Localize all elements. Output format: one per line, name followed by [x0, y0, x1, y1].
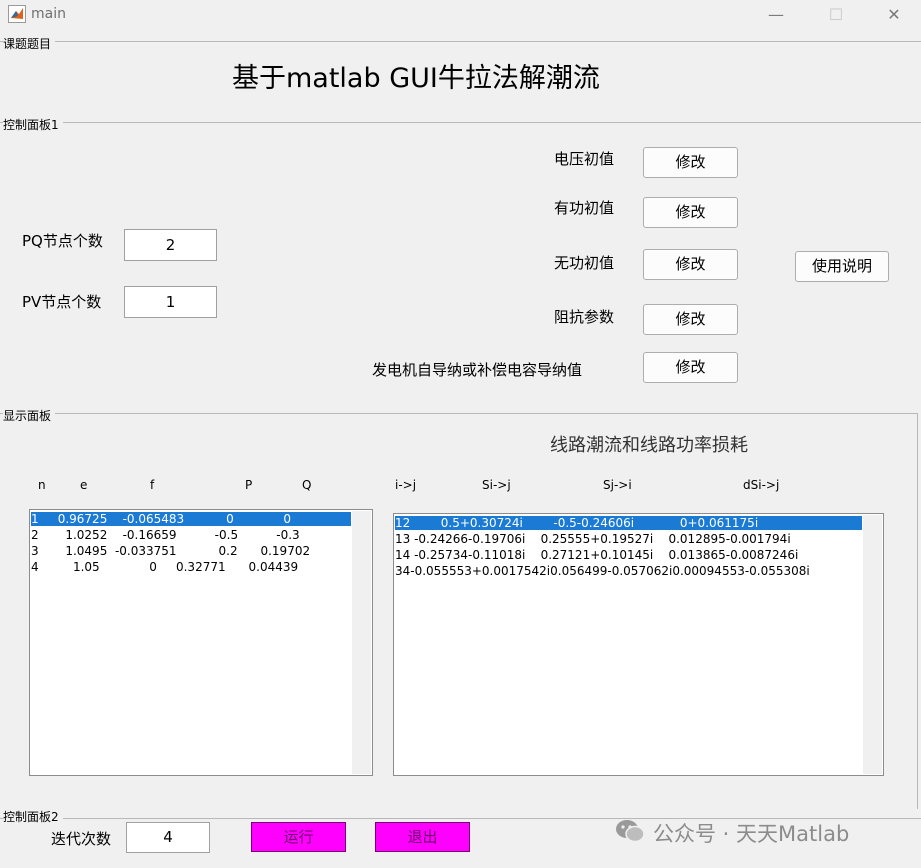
- panel-label-control1: 控制面板1: [3, 116, 63, 133]
- list-item[interactable]: 13 -0.24266-0.19706i 0.25555+0.19527i 0.…: [395, 532, 862, 546]
- modify-active-button[interactable]: 修改: [643, 197, 738, 228]
- modify-generator-button[interactable]: 修改: [643, 352, 738, 383]
- panel-label-control2: 控制面板2: [3, 808, 63, 825]
- minimize-icon[interactable]: —: [761, 4, 791, 26]
- header-f: f: [150, 478, 155, 492]
- run-button[interactable]: 运行: [251, 822, 346, 852]
- panel-border: [0, 413, 918, 414]
- line-results-list[interactable]: 12 0.5+0.30724i -0.5-0.24606i 0+0.061175…: [393, 513, 884, 776]
- modify-impedance-button[interactable]: 修改: [643, 304, 738, 335]
- pv-count-label: PV节点个数: [22, 293, 102, 311]
- panel-label-topic: 课题题目: [3, 35, 56, 52]
- active-initial-label: 有功初值: [554, 199, 615, 217]
- list-item[interactable]: 34-0.055553+0.0017542i0.056499-0.057062i…: [395, 564, 862, 578]
- pv-count-input[interactable]: 1: [124, 286, 217, 318]
- list-item[interactable]: 2 1.0252 -0.16659 -0.5 -0.3: [31, 528, 351, 542]
- list-item[interactable]: 4 1.05 0 0.32771 0.04439: [31, 560, 351, 574]
- header-sj-i: Sj->i: [603, 478, 632, 492]
- panel-border: [917, 413, 918, 809]
- list-item[interactable]: 3 1.0495 -0.033751 0.2 0.19702: [31, 544, 351, 558]
- panel-border: [0, 122, 921, 123]
- modify-reactive-button[interactable]: 修改: [643, 249, 738, 280]
- header-p: P: [245, 478, 253, 492]
- panel-border: [0, 41, 921, 42]
- watermark-text: 公众号 · 天天Matlab: [653, 822, 850, 846]
- node-results-list[interactable]: 1 0.96725 -0.065483 0 0 2 1.0252 -0.1665…: [29, 509, 373, 776]
- line-flow-title: 线路潮流和线路功率损耗: [550, 435, 748, 456]
- wechat-icon: [615, 818, 645, 844]
- list-item[interactable]: 12 0.5+0.30724i -0.5-0.24606i 0+0.061175…: [395, 516, 862, 530]
- header-q: Q: [302, 478, 312, 492]
- title-bar: main — ☐ ✕: [0, 0, 921, 30]
- modify-voltage-button[interactable]: 修改: [643, 147, 738, 178]
- header-i-j: i->j: [395, 478, 417, 492]
- reactive-initial-label: 无功初值: [554, 254, 615, 272]
- generator-admittance-label: 发电机自导纳或补偿电容导纳值: [372, 361, 583, 379]
- panel-label-display: 显示面板: [3, 407, 56, 424]
- impedance-label: 阻抗参数: [554, 308, 615, 326]
- voltage-initial-label: 电压初值: [554, 150, 615, 168]
- close-icon[interactable]: ✕: [879, 4, 909, 26]
- help-button[interactable]: 使用说明: [795, 251, 889, 282]
- pq-count-input[interactable]: 2: [124, 229, 217, 261]
- exit-button[interactable]: 退出: [375, 822, 470, 852]
- pq-count-label: PQ节点个数: [22, 232, 103, 250]
- header-n: n: [38, 478, 46, 492]
- header-e: e: [80, 478, 88, 492]
- page-title: 基于matlab GUI牛拉法解潮流: [232, 63, 600, 94]
- matlab-icon: [8, 5, 26, 23]
- iteration-count-label: 迭代次数: [51, 830, 112, 848]
- header-si-j: Si->j: [482, 478, 511, 492]
- header-dsi-j: dSi->j: [743, 478, 780, 492]
- list-item[interactable]: 1 0.96725 -0.065483 0 0: [31, 512, 351, 526]
- maximize-icon[interactable]: ☐: [821, 4, 851, 26]
- vertical-scrollbar[interactable]: [352, 511, 371, 774]
- iteration-count-input[interactable]: 4: [126, 822, 210, 853]
- window-title: main: [31, 6, 66, 22]
- vertical-scrollbar[interactable]: [863, 515, 882, 774]
- list-item[interactable]: 14 -0.25734-0.11018i 0.27121+0.10145i 0.…: [395, 548, 862, 562]
